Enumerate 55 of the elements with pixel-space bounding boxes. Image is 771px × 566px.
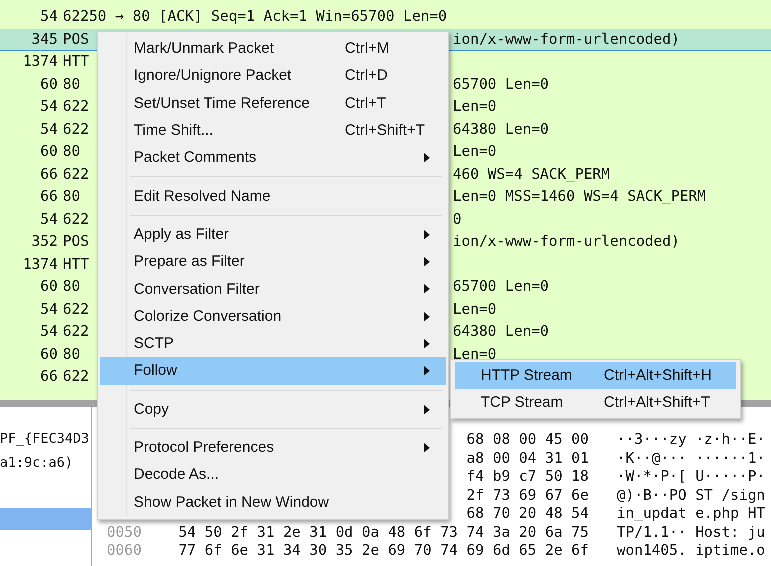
length-cell-text: 54 bbox=[40, 98, 58, 117]
info-cell-text: 622 bbox=[62, 98, 90, 117]
length-cell-text: 1374 bbox=[22, 53, 58, 72]
length-cell-text: 60 bbox=[40, 346, 58, 364]
info-cell-text: 622 bbox=[62, 166, 90, 184]
info-cell-text: 80 bbox=[62, 188, 80, 207]
hex-bytes: a8 00 04 31 01 bbox=[466, 450, 589, 468]
info-cell-text: 460 WS=4 SACK_PERM bbox=[453, 166, 610, 184]
info-cell-text: 80 bbox=[62, 346, 80, 364]
info-cell-text: 622 bbox=[62, 368, 90, 387]
info-cell-text: 64380 Len=0 bbox=[453, 323, 550, 342]
length-cell-text: 54 bbox=[40, 120, 58, 140]
length-cell-text: 66 bbox=[40, 368, 58, 387]
ascii-text: in_updat e.php HT bbox=[617, 505, 766, 524]
info-cell-text: HTT bbox=[62, 256, 90, 274]
length-cell-text: 60 bbox=[40, 76, 58, 94]
info-cell-text: ion/x-www-form-urlencoded) bbox=[453, 30, 680, 50]
length-cell-text: 352 bbox=[30, 233, 58, 252]
length-cell-text: 66 bbox=[40, 166, 58, 184]
info-cell-text: 80 bbox=[62, 76, 80, 94]
hex-bytes: 68 70 20 48 54 bbox=[466, 505, 589, 524]
hex-bytes: f4 b9 c7 50 18 bbox=[466, 468, 589, 486]
length-cell-text: 66 bbox=[40, 188, 58, 207]
info-cell-text: POS bbox=[62, 30, 90, 50]
length-cell-text: 60 bbox=[40, 278, 58, 297]
length-cell-text: 60 bbox=[40, 143, 58, 162]
byte-offset: 0050 bbox=[106, 524, 143, 542]
length-cell-text: 54 bbox=[40, 210, 58, 230]
info-cell-text: 622 bbox=[62, 300, 90, 320]
hex-bytes: 54 50 2f 31 2e 31 0d 0a 48 6f 73 74 3a 20 6a 75 bbox=[178, 524, 589, 542]
info-cell-text: 62250 → 80 [ACK] Seq=1 Ack=1 Win=65700 Len=0 bbox=[62, 8, 448, 27]
length-cell-text: 54 bbox=[40, 8, 58, 27]
ascii-text: ·W·*·P·[ U·····P· bbox=[617, 468, 766, 486]
info-cell-text: POS bbox=[62, 233, 90, 252]
length-cell-text: 1374 bbox=[22, 256, 58, 274]
info-cell-text: 622 bbox=[62, 120, 90, 140]
ascii-text: ·K··@··· ······1· bbox=[617, 450, 766, 468]
info-cell-text: 80 bbox=[62, 143, 80, 162]
info-cell-text: HTT bbox=[62, 53, 90, 72]
info-cell-text: 80 bbox=[62, 278, 80, 297]
ascii-text: won1405. iptime.o bbox=[617, 542, 766, 560]
info-cell-text: 622 bbox=[62, 210, 90, 230]
ascii-text: TP/1.1·· Host: ju bbox=[617, 524, 766, 542]
info-cell-text: 622 bbox=[62, 323, 90, 342]
ascii-text: @)·B··PO ST /sign bbox=[617, 486, 766, 505]
byte-offset: 0060 bbox=[106, 542, 143, 560]
hex-bytes: 68 08 00 45 00 bbox=[466, 431, 589, 450]
info-cell-text: 0 bbox=[453, 210, 462, 230]
ascii-text: ··3···zy ·z·h··E· bbox=[617, 431, 766, 450]
hex-bytes: 2f 73 69 67 6e bbox=[466, 486, 589, 505]
info-cell-text: Len=0 bbox=[453, 346, 497, 364]
hex-bytes: 77 6f 6e 31 34 30 35 2e 69 70 74 69 6d 65 2e 6f bbox=[178, 542, 589, 560]
length-cell-text: 345 bbox=[30, 30, 58, 50]
length-cell-text: 54 bbox=[40, 323, 58, 342]
length-cell-text: 54 bbox=[40, 300, 58, 320]
